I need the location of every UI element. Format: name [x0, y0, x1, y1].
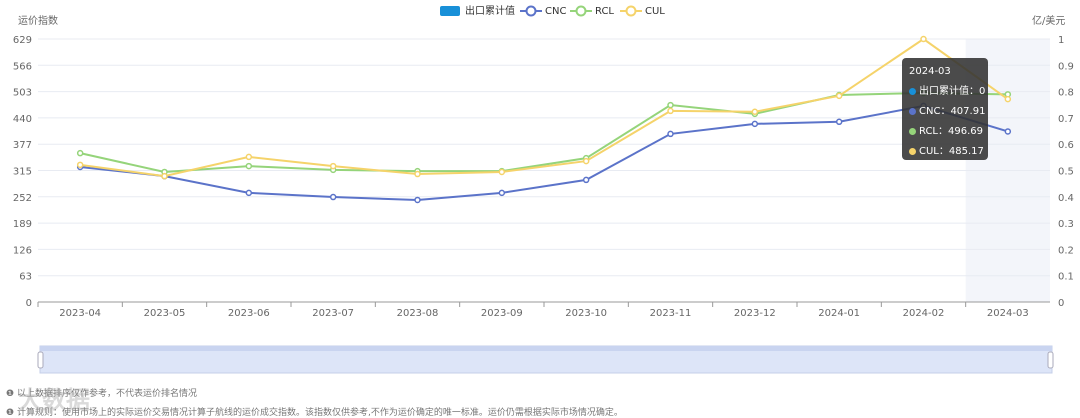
y-tick-left: 63: [19, 272, 32, 283]
tooltip-row: RCL：496.69: [909, 122, 983, 137]
data-point-CUL: [1004, 95, 1012, 103]
legend-item-CNC[interactable]: CNC: [545, 6, 566, 17]
y-tick-right: 0.1: [1058, 272, 1074, 283]
y-tick-left: 629: [13, 35, 32, 46]
tooltip-dot: [909, 87, 916, 95]
x-tick-label: 2023-11: [650, 308, 692, 319]
tooltip-title: 2024-03: [909, 66, 951, 77]
y-tick-right: 0.7: [1058, 114, 1074, 125]
y-tick-left: 503: [13, 88, 32, 99]
data-point-RCL: [76, 149, 84, 157]
data-point-CUL: [161, 172, 168, 180]
y-tick-right: 0.4: [1058, 193, 1074, 204]
series-line-CUL: [80, 37, 1009, 178]
tooltip: 2024-03 出口累计值：0 CNC：407.91 RCL：496.69 CU…: [902, 58, 988, 160]
data-point-CNC: [582, 176, 590, 184]
data-point-CNC: [751, 120, 759, 128]
x-tick-label: 2023-10: [565, 308, 607, 319]
data-point-CUL: [245, 153, 253, 161]
tooltip-label: CNC：407.91: [919, 106, 986, 117]
data-point-CNC: [414, 196, 421, 204]
slider-top-bar[interactable]: [40, 346, 1052, 351]
series-line-RCL: [79, 91, 1008, 173]
x-tick-label: 2023-05: [144, 308, 186, 319]
x-tick-label: 2023-08: [397, 308, 439, 319]
y-tick-left: 189: [13, 219, 32, 230]
y-axis-title-left: 运价指数: [18, 14, 58, 27]
x-tick-label: 2023-06: [228, 308, 270, 319]
y-axis-title-right: 亿/美元: [1032, 14, 1065, 27]
legend-icon-bar[interactable]: [440, 6, 460, 16]
x-tick-label: 2024-01: [818, 308, 860, 319]
data-point-CUL: [414, 170, 421, 178]
legend-icon-circle[interactable]: [625, 5, 637, 17]
x-tick-label: 2023-12: [734, 308, 776, 319]
y-tick-left: 252: [13, 193, 32, 204]
legend-icon-circle[interactable]: [525, 5, 537, 17]
data-point-CUL: [920, 35, 927, 43]
legend-item-RCL[interactable]: RCL: [595, 6, 614, 17]
data-point-CUL: [751, 108, 759, 116]
data-point-CUL: [582, 157, 590, 165]
tooltip-label: CUL：485.17: [919, 146, 984, 157]
legend-item-CUL[interactable]: CUL: [645, 6, 665, 17]
y-tick-right: 0.2: [1058, 245, 1074, 256]
y-tick-left: 0: [26, 298, 32, 309]
x-tick-label: 2024-03: [987, 308, 1029, 319]
tooltip-dot: [909, 107, 916, 115]
y-tick-left: 315: [13, 167, 32, 178]
x-tick-label: 2023-04: [59, 308, 101, 319]
y-tick-right: 1: [1058, 35, 1064, 46]
series-line-CNC: [80, 104, 1009, 201]
x-tick-label: 2023-09: [481, 308, 523, 319]
info-icon: ❶: [6, 389, 15, 399]
slider-handle-left[interactable]: [37, 351, 44, 369]
watermark: 大数据: [18, 386, 90, 414]
data-point-CNC: [1004, 128, 1012, 135]
y-tick-left: 566: [13, 61, 32, 72]
y-tick-right: 0.3: [1058, 219, 1074, 230]
data-point-CNC: [835, 118, 843, 126]
tooltip-row: CNC：407.91: [909, 102, 985, 117]
info-icon: ❶: [6, 408, 15, 418]
data-point-CUL: [667, 107, 674, 115]
data-point-RCL: [667, 101, 674, 109]
data-point-CUL: [329, 162, 337, 170]
data-point-CNC: [245, 189, 253, 197]
tooltip-row: CUL：485.17: [909, 142, 984, 157]
tooltip-row: 出口累计值：0: [909, 82, 985, 97]
y-tick-right: 0.8: [1058, 88, 1074, 99]
data-point-CUL: [835, 92, 843, 100]
data-point-CUL: [76, 161, 84, 169]
x-tick-label: 2023-07: [312, 308, 354, 319]
note-2: ❶ 计算规则：使用市场上的实际运价交易情况计算子航线的运价成交指数。该指数仅供参…: [6, 405, 623, 418]
y-tick-left: 377: [13, 140, 32, 151]
tooltip-label: 出口累计值：0: [919, 86, 986, 97]
y-tick-right: 0: [1058, 298, 1064, 309]
y-tick-right: 0.5: [1058, 167, 1074, 178]
slider-handle-right[interactable]: [1047, 351, 1054, 369]
data-point-CNC: [498, 189, 506, 197]
data-point-CNC: [667, 130, 674, 138]
legend-item-出口累计值[interactable]: 出口累计值: [465, 4, 515, 17]
data-point-CUL: [498, 168, 506, 176]
y-tick-left: 126: [13, 245, 32, 256]
x-tick-label: 2024-02: [903, 308, 945, 319]
note-text: 计算规则：使用市场上的实际运价交易情况计算子航线的运价成交指数。该指数仅供参考,…: [16, 408, 623, 418]
tooltip-label: RCL：496.69: [919, 126, 983, 137]
y-tick-left: 440: [13, 114, 32, 125]
legend-icon-circle[interactable]: [575, 5, 587, 17]
data-point-RCL: [245, 162, 253, 170]
line-chart: 0 0 63 0.1 126 0.2 189 0.3 252 0.4 315 0.5 377 0.6 440…: [13, 4, 1074, 374]
y-tick-right: 0.9: [1058, 61, 1074, 72]
tooltip-dot: [909, 127, 916, 135]
tooltip-dot: [909, 147, 916, 155]
y-tick-right: 0.6: [1058, 140, 1074, 151]
data-point-CNC: [329, 193, 337, 201]
